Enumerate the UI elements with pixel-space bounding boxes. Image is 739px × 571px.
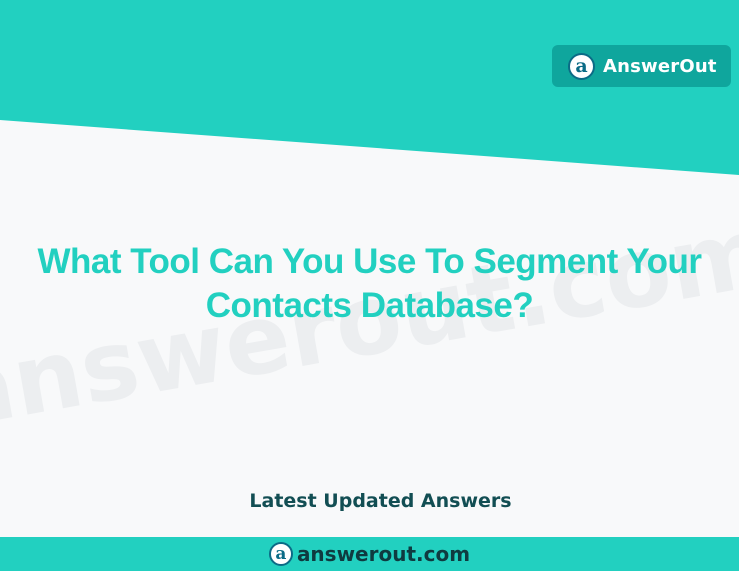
footer-domain-link[interactable]: answerout.com: [297, 544, 470, 564]
title-line-2: Contacts Database?: [205, 286, 534, 325]
page-title: What Tool Can You Use To Segment Your Co…: [0, 240, 739, 328]
answerout-logo-icon: a: [568, 52, 595, 80]
brand-name: AnswerOut: [603, 55, 717, 77]
title-line-1: What Tool Can You Use To Segment Your: [37, 242, 702, 281]
subtitle: Latest Updated Answers: [249, 490, 512, 512]
brand-badge[interactable]: a AnswerOut: [552, 45, 731, 87]
footer-bar: a answerout.com: [0, 537, 739, 571]
answerout-footer-logo-icon: a: [268, 542, 293, 566]
